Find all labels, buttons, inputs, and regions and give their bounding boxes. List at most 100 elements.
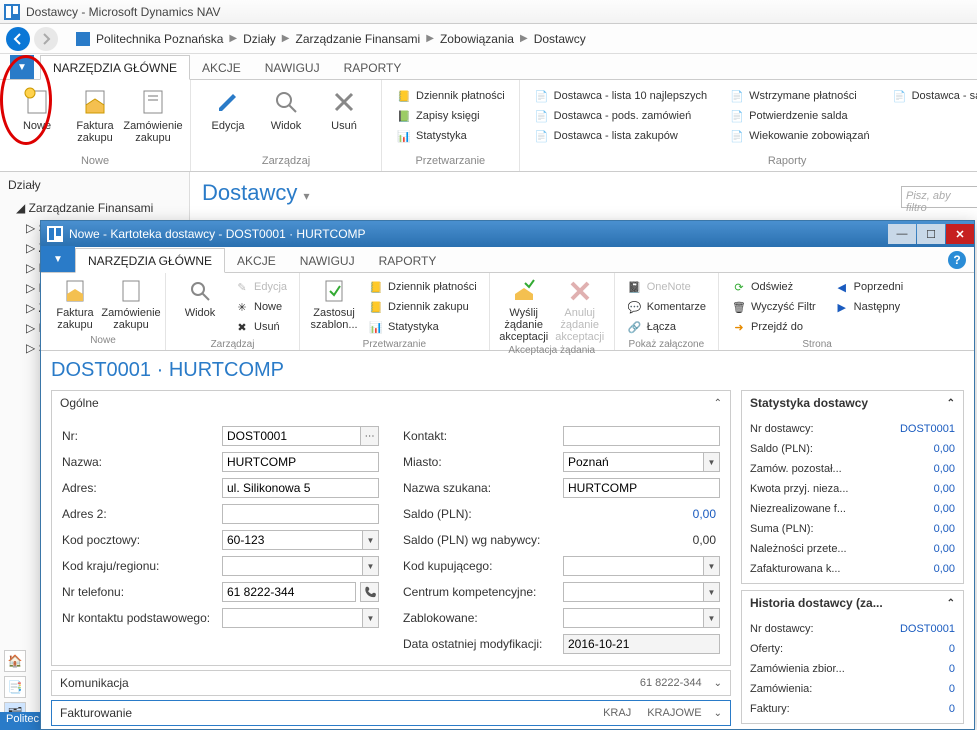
clear-filter-button[interactable]: 🗑Wyczyść Filtr — [725, 297, 822, 317]
purchase-invoice-button[interactable]: Faktura zakupu — [66, 84, 124, 153]
refresh-button[interactable]: ⟳Odśwież — [725, 277, 822, 297]
blocked-input[interactable] — [563, 608, 704, 628]
tab-reports[interactable]: RAPORTY — [367, 249, 449, 272]
dropdown-button[interactable]: ▼ — [363, 556, 379, 576]
report-aging-button[interactable]: 📄Wiekowanie zobowiązań — [723, 126, 875, 146]
report-top10-button[interactable]: 📄Dostawca - lista 10 najlepszych — [528, 86, 713, 106]
maximize-button[interactable]: ☐ — [917, 224, 945, 244]
stat-link[interactable]: 0,00 — [895, 563, 955, 575]
purchaser-input[interactable] — [563, 556, 704, 576]
close-button[interactable]: ✕ — [946, 224, 974, 244]
dropdown-button[interactable]: ▼ — [704, 582, 720, 602]
edit-button-disabled: ✎Edycja — [228, 277, 293, 297]
ribbon-menu-dropdown[interactable]: ▼ — [10, 55, 34, 79]
factbox-header[interactable]: Statystyka dostawcy⌃ — [742, 391, 963, 415]
tab-navigate[interactable]: NAWIGUJ — [253, 56, 332, 79]
statistics-button[interactable]: 📊Statystyka — [390, 126, 511, 146]
purchase-journal-button[interactable]: 📒Dziennik zakupu — [362, 297, 483, 317]
forward-button[interactable] — [34, 27, 58, 51]
stat-link[interactable]: 0,00 — [895, 503, 955, 515]
report-balance-button[interactable]: 📄Dostawca - saldo na dzień — [886, 86, 977, 106]
nav-home-icon[interactable]: 🏠 — [4, 650, 26, 672]
search-name-input[interactable] — [563, 478, 720, 498]
payment-journal-button[interactable]: 📒Dziennik płatności — [362, 277, 483, 297]
tab-navigate[interactable]: NAWIGUJ — [288, 249, 367, 272]
next-button[interactable]: ▶Następny — [828, 297, 910, 317]
dropdown-button[interactable]: ▼ — [363, 608, 379, 628]
report-balconf-button[interactable]: 📄Potwierdzenie salda — [723, 106, 875, 126]
edit-button[interactable]: Edycja — [199, 84, 257, 153]
report-hold-button[interactable]: 📄Wstrzymane płatności — [723, 86, 875, 106]
tab-home[interactable]: NARZĘDZIA GŁÓWNE — [40, 55, 190, 80]
hist-link[interactable]: 0 — [895, 703, 955, 715]
resp-center-input[interactable] — [563, 582, 704, 602]
payment-journal-button[interactable]: 📒Dziennik płatności — [390, 86, 511, 106]
fasttab-header[interactable]: Ogólne ⌃ — [52, 391, 730, 415]
report-summary-button[interactable]: 📄Dostawca - pods. zamówień — [528, 106, 713, 126]
dropdown-button[interactable]: ▼ — [704, 452, 720, 472]
tab-reports[interactable]: RAPORTY — [332, 56, 414, 79]
tree-node[interactable]: ◢ Zarządzanie Finansami — [0, 198, 189, 218]
contact-input[interactable] — [563, 426, 720, 446]
nav-posted-icon[interactable]: 📑 — [4, 676, 26, 698]
city-input[interactable] — [563, 452, 704, 472]
tab-actions[interactable]: AKCJE — [190, 56, 253, 79]
country-input[interactable] — [222, 556, 363, 576]
ribbon-menu-dropdown[interactable]: ▼ — [41, 246, 75, 272]
minimize-button[interactable]: — — [888, 224, 916, 244]
purchase-order-button[interactable]: Zamówienie zakupu — [103, 275, 159, 333]
crumb[interactable]: Dostawcy — [534, 32, 586, 46]
statistics-button[interactable]: 📊Statystyka — [362, 317, 483, 337]
crumb[interactable]: Zobowiązania — [440, 32, 514, 46]
stat-link[interactable]: 0,00 — [895, 463, 955, 475]
stat-link[interactable]: DOST0001 — [895, 423, 955, 435]
hist-link[interactable]: 0 — [895, 663, 955, 675]
address-input[interactable] — [222, 478, 379, 498]
crumb[interactable]: Politechnika Poznańska — [96, 32, 223, 46]
postcode-input[interactable] — [222, 530, 363, 550]
stat-link[interactable]: 0,00 — [895, 523, 955, 535]
lookup-button[interactable]: ⋯ — [361, 426, 379, 446]
phone-input[interactable] — [222, 582, 356, 602]
stat-link[interactable]: 0,00 — [895, 443, 955, 455]
apply-template-button[interactable]: Zastosuj szablon... — [306, 275, 362, 337]
help-button[interactable]: ? — [948, 251, 966, 269]
delete-button[interactable]: Usuń — [315, 84, 373, 153]
fasttab-header[interactable]: Fakturowanie KRAJKRAJOWE ⌄ — [52, 701, 730, 725]
name-input[interactable] — [222, 452, 379, 472]
dropdown-button[interactable]: ▼ — [363, 530, 379, 550]
report-purchaselist-button[interactable]: 📄Dostawca - lista zakupów — [528, 126, 713, 146]
back-button[interactable] — [6, 27, 30, 51]
tab-actions[interactable]: AKCJE — [225, 249, 288, 272]
goto-button[interactable]: ➜Przejdź do — [725, 317, 822, 337]
factbox-header[interactable]: Historia dostawcy (za...⌃ — [742, 591, 963, 615]
address2-input[interactable] — [222, 504, 379, 524]
view-button[interactable]: Widok — [172, 275, 228, 337]
dropdown-button[interactable]: ▼ — [704, 608, 720, 628]
stat-link[interactable]: 0,00 — [895, 483, 955, 495]
crumb[interactable]: Zarządzanie Finansami — [296, 32, 421, 46]
tab-home[interactable]: NARZĘDZIA GŁÓWNE — [75, 248, 225, 273]
send-approval-button[interactable]: Wyślij żądanie akceptacji — [496, 275, 552, 343]
primary-contact-input[interactable] — [222, 608, 363, 628]
new-button[interactable]: Nowe — [8, 84, 66, 153]
fasttab-header[interactable]: Komunikacja 61 8222-344 ⌄ — [52, 671, 730, 695]
hist-link[interactable]: 0 — [895, 643, 955, 655]
hist-link[interactable]: 0 — [895, 683, 955, 695]
dropdown-button[interactable]: ▼ — [704, 556, 720, 576]
delete-button[interactable]: ✖Usuń — [228, 317, 293, 337]
filter-input[interactable]: Pisz, aby filtro — [901, 186, 977, 208]
dial-button[interactable] — [360, 582, 379, 602]
comments-button[interactable]: 💬Komentarze — [621, 297, 712, 317]
view-button[interactable]: Widok — [257, 84, 315, 153]
previous-button[interactable]: ◀Poprzedni — [828, 277, 910, 297]
stat-link[interactable]: 0,00 — [895, 543, 955, 555]
ledger-entries-button[interactable]: 📗Zapisy księgi — [390, 106, 511, 126]
nr-input[interactable] — [222, 426, 361, 446]
crumb[interactable]: Działy — [243, 32, 276, 46]
new-button[interactable]: ✳Nowe — [228, 297, 293, 317]
purchase-order-button[interactable]: Zamówienie zakupu — [124, 84, 182, 153]
hist-link[interactable]: DOST0001 — [895, 623, 955, 635]
links-button[interactable]: 🔗Łącza — [621, 317, 712, 337]
purchase-invoice-button[interactable]: Faktura zakupu — [47, 275, 103, 333]
